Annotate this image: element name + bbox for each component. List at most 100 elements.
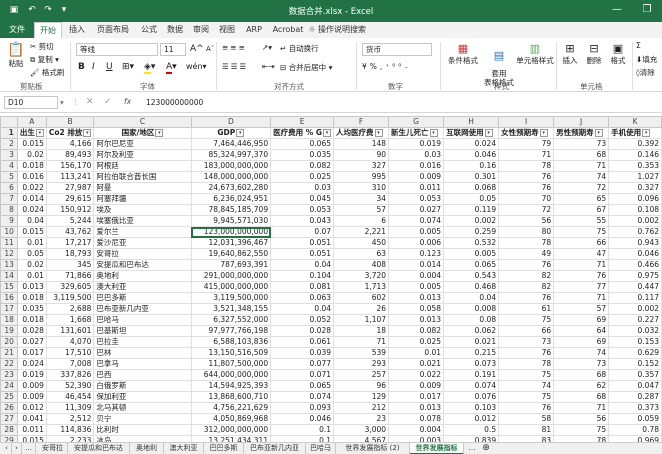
cell[interactable]: 26 <box>333 303 390 315</box>
cell[interactable]: 0.014 <box>388 259 445 271</box>
cell[interactable]: 89,493 <box>45 149 95 161</box>
more-tabs-right-icon[interactable]: … <box>466 443 478 454</box>
cell[interactable]: 0.287 <box>608 391 662 403</box>
filter-dropdown-icon[interactable]: ▾ <box>374 129 383 137</box>
cell[interactable]: 85,324,997,370 <box>190 149 272 161</box>
column-title-cell[interactable]: 医疗费用 % G ▾ <box>270 127 335 139</box>
cell[interactable]: 0.024 <box>16 204 47 216</box>
cell[interactable]: 327 <box>333 160 390 172</box>
cell[interactable]: 0.02 <box>16 259 47 271</box>
cell[interactable]: 0.04 <box>270 303 335 315</box>
cell[interactable]: 0.019 <box>16 369 47 381</box>
column-header-a[interactable]: A <box>16 116 47 128</box>
restore-icon[interactable]: ❐ <box>640 3 654 17</box>
cell[interactable]: 76 <box>498 347 555 359</box>
cell[interactable]: 0.013 <box>388 292 445 304</box>
minimize-icon[interactable]: — <box>610 3 624 17</box>
enter-icon[interactable]: ✓ <box>104 97 112 107</box>
cell[interactable]: 3,000 <box>333 424 390 436</box>
cell[interactable]: 0.073 <box>443 358 500 370</box>
cell[interactable]: 0.447 <box>608 281 662 293</box>
row-header[interactable]: 8 <box>0 204 18 216</box>
cell[interactable]: 0.07 <box>270 226 335 238</box>
cell[interactable]: 69 <box>553 336 610 348</box>
cell[interactable]: 67 <box>553 204 610 216</box>
cell[interactable]: 0.018 <box>16 160 47 172</box>
cell[interactable]: 0.022 <box>388 369 445 381</box>
filter-dropdown-icon[interactable]: ▾ <box>323 129 332 137</box>
cell[interactable]: 0.002 <box>608 215 662 227</box>
tab-formulas[interactable]: 公式 <box>136 22 162 38</box>
row-header[interactable]: 25 <box>0 391 18 403</box>
cell[interactable]: 345 <box>45 259 95 271</box>
cell[interactable]: 澳大利亚 <box>93 281 192 293</box>
cell[interactable]: 0.024 <box>16 358 47 370</box>
vertical-align-buttons[interactable]: ≡≡≡ <box>222 43 247 52</box>
cell[interactable]: 71 <box>498 149 555 161</box>
cell[interactable]: 0.152 <box>608 358 662 370</box>
name-box[interactable]: D10 <box>4 96 58 109</box>
row-header[interactable]: 2 <box>0 138 18 150</box>
cell[interactable]: 3,521,348,155 <box>190 303 272 315</box>
cell[interactable]: 0.108 <box>608 204 662 216</box>
cell[interactable]: 1,668 <box>45 314 95 326</box>
number-format-box[interactable]: 货币 <box>362 43 432 56</box>
row-header[interactable]: 4 <box>0 160 18 172</box>
cell[interactable]: 0.123 <box>388 248 445 260</box>
cell[interactable]: 0.076 <box>443 391 500 403</box>
cell[interactable]: 0.78 <box>608 424 662 436</box>
cell[interactable]: 0.077 <box>270 358 335 370</box>
row-header[interactable]: 28 <box>0 424 18 436</box>
cell[interactable]: 0.035 <box>270 149 335 161</box>
cell[interactable]: 539 <box>333 347 390 359</box>
cell[interactable]: 0.301 <box>443 171 500 183</box>
cell[interactable]: 0.009 <box>16 380 47 392</box>
cell[interactable]: 1,107 <box>333 314 390 326</box>
cell[interactable]: 310 <box>333 182 390 194</box>
cell[interactable]: 0.016 <box>388 160 445 172</box>
tell-me-search[interactable]: 操作说明搜索 <box>318 22 376 38</box>
cell[interactable]: 81 <box>498 424 555 436</box>
column-title-cell[interactable]: 国家/地区 ▾ <box>93 127 192 139</box>
cell[interactable]: 0.071 <box>270 369 335 381</box>
cell[interactable]: 0.04 <box>270 259 335 271</box>
cell[interactable]: 0.009 <box>388 380 445 392</box>
cell[interactable]: 0.016 <box>16 171 47 183</box>
row-header[interactable]: 3 <box>0 149 18 161</box>
cell[interactable]: 2,512 <box>45 413 95 425</box>
cell[interactable]: 0.022 <box>16 182 47 194</box>
number-format-buttons[interactable]: ¥%,⁺⁰⁰₋ <box>362 62 411 71</box>
cell[interactable]: 0.943 <box>608 237 662 249</box>
cell[interactable]: 43,762 <box>45 226 95 238</box>
cell[interactable]: 46,454 <box>45 391 95 403</box>
cell[interactable]: 0.16 <box>443 160 500 172</box>
cell[interactable]: 337,826 <box>45 369 95 381</box>
sheet-tab[interactable]: 巴哈马 <box>306 443 336 454</box>
cell[interactable]: 6,236,024,951 <box>190 193 272 205</box>
cell[interactable]: 巴拉圭 <box>93 336 192 348</box>
cell[interactable]: 73 <box>553 358 610 370</box>
cell[interactable]: 0.05 <box>16 248 47 260</box>
cell[interactable]: 0.015 <box>16 226 47 238</box>
filter-dropdown-icon[interactable]: ▾ <box>35 129 44 137</box>
cell[interactable]: 212 <box>333 402 390 414</box>
cell[interactable]: 安提瓜和巴布达 <box>93 259 192 271</box>
cell[interactable]: 312,000,000,000 <box>190 424 272 436</box>
cell[interactable]: 329,605 <box>45 281 95 293</box>
cell[interactable]: 0.762 <box>608 226 662 238</box>
cell[interactable]: 75 <box>498 369 555 381</box>
cell[interactable]: 74 <box>553 171 610 183</box>
cell[interactable]: 0.015 <box>16 138 47 150</box>
row-header[interactable]: 10 <box>0 226 18 238</box>
cell[interactable]: 保加利亚 <box>93 391 192 403</box>
row-header[interactable]: 5 <box>0 171 18 183</box>
cell[interactable]: 47 <box>553 248 610 260</box>
cell[interactable]: 68 <box>553 149 610 161</box>
cell[interactable]: 4,756,221,629 <box>190 402 272 414</box>
filter-dropdown-icon[interactable]: ▾ <box>594 129 603 137</box>
column-header-g[interactable]: G <box>388 116 445 128</box>
filter-dropdown-icon[interactable]: ▾ <box>642 129 651 137</box>
cell[interactable]: 埃塞俄比亚 <box>93 215 192 227</box>
cell[interactable]: 0.004 <box>388 424 445 436</box>
cell[interactable]: 阿拉伯联合酋长国 <box>93 171 192 183</box>
